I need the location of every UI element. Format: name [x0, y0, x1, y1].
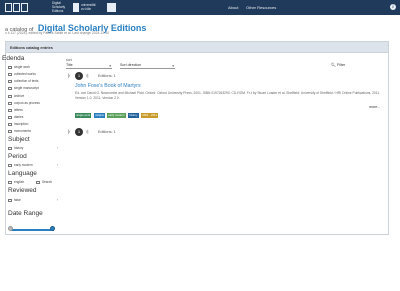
panel-header: Editions catalog entries	[5, 41, 389, 53]
checkbox[interactable]	[8, 65, 12, 70]
panel-body	[5, 53, 389, 235]
prev-page-button[interactable]: |‹	[68, 73, 70, 78]
facet-item[interactable]: corpus as process	[8, 101, 60, 106]
sort-select-value: Title	[66, 63, 73, 67]
facet-item[interactable]: early modern ›	[8, 163, 60, 168]
facet-item[interactable]: collected works	[8, 72, 60, 77]
result-more-link[interactable]: more...	[369, 105, 380, 109]
result-description: Ed. von David G. Newcombe and Michael Pi…	[75, 91, 381, 100]
checkbox[interactable]	[8, 129, 12, 134]
logo-line-3: Editions	[52, 8, 64, 13]
checkbox[interactable]	[8, 146, 12, 151]
facet-item[interactable]: collection of texts	[8, 79, 60, 84]
facet-label: early modern	[14, 163, 33, 168]
dse-logo-box-2[interactable]	[13, 3, 20, 12]
checkbox[interactable]	[8, 115, 12, 120]
date-range-min-handle[interactable]	[8, 225, 13, 231]
date-range-max-handle[interactable]	[50, 225, 55, 231]
sort-label: sort	[66, 58, 72, 62]
facet-item[interactable]: false ›	[8, 198, 60, 203]
current-page-button[interactable]: 1	[75, 72, 83, 80]
checkbox[interactable]	[8, 163, 12, 168]
facet-label: history	[14, 146, 24, 151]
facet-label: collection of texts	[14, 79, 39, 84]
facet-item[interactable]: single work	[8, 65, 60, 70]
tag-badge[interactable]: history	[128, 113, 139, 118]
checkbox[interactable]	[8, 86, 12, 91]
facet-item[interactable]: single manuscript	[8, 86, 60, 91]
checkbox[interactable]	[8, 180, 12, 185]
date-range-slider-track[interactable]	[10, 229, 54, 231]
sort-select[interactable]: Title ▾	[66, 63, 112, 69]
facet-search-label: Search	[42, 180, 53, 185]
checkbox[interactable]	[8, 101, 12, 106]
facet-label: letters	[14, 108, 23, 113]
facet-heading-period: Period	[8, 153, 27, 160]
sort-direction-value: Sort direction	[120, 63, 142, 67]
search-icon: 🔍︎	[331, 63, 336, 67]
facet-label: monumenta	[14, 129, 31, 134]
checkbox[interactable]	[8, 122, 12, 127]
facet-heading-reviewed: Reviewed	[8, 187, 37, 194]
facet-label: archive	[14, 94, 25, 99]
top-navbar: Digital Scholarly Editions universität z…	[0, 0, 400, 15]
facet-label: single manuscript	[14, 86, 39, 91]
next-page-button[interactable]: ›|	[86, 129, 88, 134]
nav-other-resources-link[interactable]: Other Resources	[246, 5, 276, 10]
facet-item[interactable]: english Search	[8, 180, 60, 185]
checkbox[interactable]	[8, 79, 12, 84]
tag-badge[interactable]: 2001 · 2011	[141, 113, 159, 118]
facet-item[interactable]: history ›	[8, 146, 60, 151]
chevron-down-icon: ▾	[172, 63, 174, 68]
expand-chevron-icon[interactable]: ›	[57, 146, 58, 150]
facet-item[interactable]: inscription	[8, 122, 60, 127]
uni-line-2: zu köln	[81, 6, 92, 11]
facet-heading-language: Language	[8, 170, 37, 177]
panel-title: Editions catalog entries	[10, 45, 53, 50]
chevron-down-icon: ▾	[109, 63, 111, 68]
checkbox[interactable]	[8, 94, 12, 99]
facet-label: diaries	[14, 115, 24, 120]
university-logo-text[interactable]: universität zu köln	[81, 3, 96, 12]
checkbox[interactable]	[36, 180, 40, 185]
facet-label: corpus as process	[14, 101, 40, 106]
prev-page-button[interactable]: |‹	[68, 129, 70, 134]
uni-seal-icon	[107, 3, 116, 12]
checkbox[interactable]	[8, 198, 12, 203]
filter-label: Filter	[336, 63, 346, 67]
tag-badge[interactable]: early modern	[107, 113, 126, 118]
info-icon[interactable]: i	[390, 4, 396, 10]
facet-item[interactable]: letters	[8, 108, 60, 113]
checkbox[interactable]	[8, 72, 12, 77]
university-logo-icon[interactable]	[73, 3, 79, 12]
tag-badge[interactable]: single work	[75, 113, 92, 118]
facet-label: single work	[14, 65, 30, 70]
dse-logo-box-1[interactable]	[5, 3, 12, 12]
facet-heading-edenda: Edenda	[2, 55, 25, 62]
facet-label: false	[14, 198, 21, 203]
facet-item[interactable]: monumenta	[8, 129, 60, 134]
result-title-link[interactable]: John Foxe's Book of Martyrs	[75, 83, 141, 89]
facet-item[interactable]: archive	[8, 94, 60, 99]
editions-count: Editions: 1	[98, 129, 116, 134]
checkbox[interactable]	[8, 108, 12, 113]
facet-label: inscription	[14, 122, 29, 127]
facet-label: english	[14, 180, 25, 185]
expand-chevron-icon[interactable]: ›	[57, 163, 58, 167]
dse-logo-text[interactable]: Digital Scholarly Editions	[52, 1, 65, 13]
facet-label: collected works	[14, 72, 36, 77]
sort-direction-select[interactable]: Sort direction ▾	[120, 63, 175, 69]
site-version: v 4.117 (2024), edited by Patrick Sahle …	[5, 31, 110, 35]
nav-about-link[interactable]: About	[228, 5, 238, 10]
next-page-button[interactable]: ›|	[86, 73, 88, 78]
tag-badge[interactable]: religion	[94, 113, 106, 118]
dse-logo-box-3[interactable]	[21, 3, 28, 12]
current-page-button[interactable]: 1	[75, 128, 83, 136]
editions-count: Editions: 1	[98, 73, 116, 78]
facet-heading-date-range: Date Range	[8, 210, 43, 217]
filter-input[interactable]: 🔍︎ Filter	[331, 62, 345, 67]
facet-item[interactable]: diaries	[8, 115, 60, 120]
facet-heading-subject: Subject	[8, 136, 30, 143]
expand-chevron-icon[interactable]: ›	[57, 198, 58, 202]
